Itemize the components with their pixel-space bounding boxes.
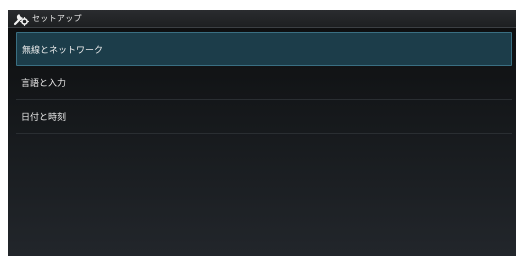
- menu-item-date-time[interactable]: 日付と時刻: [16, 100, 512, 134]
- setup-screen: セットアップ 無線とネットワーク 言語と入力 日付と時刻: [8, 10, 516, 256]
- app-title: セットアップ: [32, 14, 82, 23]
- menu-item-label: 無線とネットワーク: [22, 45, 104, 56]
- action-bar: セットアップ: [8, 10, 516, 28]
- menu-item-label: 言語と入力: [21, 79, 67, 89]
- menu-item-label: 日付と時刻: [21, 113, 67, 123]
- setup-menu-list: 無線とネットワーク 言語と入力 日付と時刻: [16, 32, 512, 134]
- settings-wrench-gear-icon: [12, 11, 30, 27]
- menu-item-wireless-network[interactable]: 無線とネットワーク: [16, 32, 512, 66]
- menu-item-language-input[interactable]: 言語と入力: [16, 66, 512, 100]
